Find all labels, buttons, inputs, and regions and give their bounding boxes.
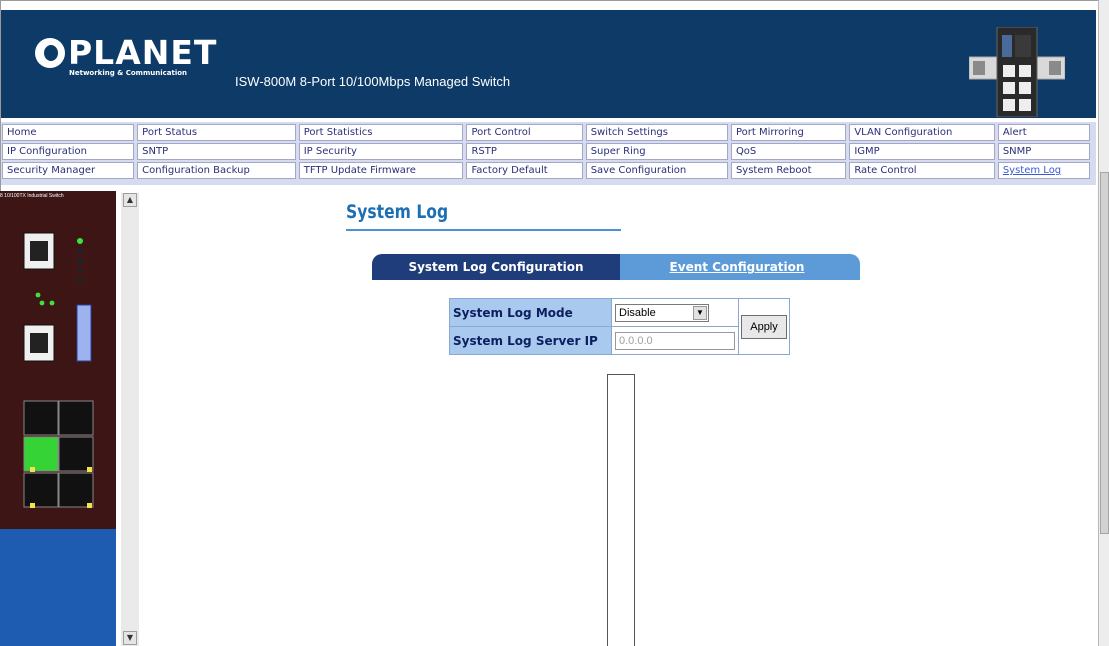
nav-configuration-backup[interactable]: Configuration Backup: [137, 162, 296, 179]
logo-tagline: Networking & Communication: [69, 69, 188, 77]
device-front-panel: 8 10/100TX Industrial Switch: [0, 191, 116, 529]
mode-cell: Disable ▼: [611, 298, 739, 327]
nav-switch-settings[interactable]: Switch Settings: [585, 124, 728, 141]
switch-device-icon: [969, 27, 1065, 117]
apply-cell: Apply: [738, 298, 790, 355]
nav-save-configuration[interactable]: Save Configuration: [585, 162, 728, 179]
nav-label: Super Ring: [590, 146, 646, 157]
nav-rstp[interactable]: RSTP: [466, 143, 583, 160]
apply-button[interactable]: Apply: [741, 314, 787, 339]
tab-system-log-configuration[interactable]: System Log Configuration: [372, 254, 620, 280]
nav-system-reboot[interactable]: System Reboot: [730, 162, 847, 179]
nav-label: VLAN Configuration: [854, 127, 953, 138]
server-ip-cell: 0.0.0.0: [611, 326, 739, 355]
page-scrollbar[interactable]: [1098, 0, 1109, 646]
nav-system-log[interactable]: System Log: [997, 162, 1090, 179]
planet-logo: PLANET Networking & Communication: [35, 34, 216, 94]
scroll-thumb[interactable]: [1100, 172, 1109, 534]
nav-label: SNMP: [1002, 146, 1032, 157]
product-title: ISW-800M 8-Port 10/100Mbps Managed Switc…: [235, 74, 511, 89]
nav-label: Configuration Backup: [142, 165, 250, 176]
nav-alert[interactable]: Alert: [997, 124, 1090, 141]
page-title: System Log: [346, 201, 449, 223]
nav-sntp[interactable]: SNTP: [137, 143, 296, 160]
nav-label: Port Statistics: [303, 127, 373, 138]
nav-label: Port Control: [471, 127, 531, 138]
nav-ip-configuration[interactable]: IP Configuration: [2, 143, 135, 160]
nav-label: Security Manager: [7, 165, 96, 176]
nav-label: QoS: [735, 146, 757, 157]
title-underline: [346, 229, 621, 231]
nav-home[interactable]: Home: [2, 124, 135, 141]
nav-snmp[interactable]: SNMP: [997, 143, 1090, 160]
nav-security-manager[interactable]: Security Manager: [2, 162, 135, 179]
tab-bar: Event Configuration System Log Configura…: [372, 254, 860, 280]
logo-circle-icon: [35, 38, 65, 68]
nav-super-ring[interactable]: Super Ring: [585, 143, 728, 160]
header-banner: PLANET Networking & Communication ISW-80…: [1, 10, 1096, 118]
main-nav: Home Port Status Port Statistics Port Co…: [1, 122, 1096, 185]
nav-port-status[interactable]: Port Status: [137, 124, 296, 141]
nav-factory-default[interactable]: Factory Default: [466, 162, 583, 179]
nav-label: Alert: [1002, 127, 1027, 138]
nav-label: IP Configuration: [7, 146, 87, 157]
device-panel-graphic: [10, 232, 94, 508]
chevron-down-icon[interactable]: ▼: [693, 305, 707, 320]
mode-select[interactable]: Disable ▼: [615, 303, 709, 322]
nav-label: Factory Default: [471, 165, 548, 176]
nav-label: SNTP: [142, 146, 169, 157]
nav-label: Port Mirroring: [735, 127, 804, 138]
nav-qos[interactable]: QoS: [730, 143, 847, 160]
nav-igmp[interactable]: IGMP: [849, 143, 995, 160]
nav-port-control[interactable]: Port Control: [466, 124, 583, 141]
scroll-up-icon[interactable]: ▲: [123, 193, 137, 207]
nav-label: Home: [7, 127, 37, 138]
mode-select-value: Disable: [619, 306, 656, 319]
mode-label: System Log Mode: [449, 298, 612, 327]
nav-tftp-update-firmware[interactable]: TFTP Update Firmware: [298, 162, 464, 179]
logo-brand-text: PLANET: [68, 33, 218, 72]
device-panel-filler: [0, 529, 116, 646]
nav-label: Port Status: [142, 127, 198, 138]
nav-port-mirroring[interactable]: Port Mirroring: [730, 124, 847, 141]
log-textarea[interactable]: [607, 374, 635, 646]
server-ip-input[interactable]: 0.0.0.0: [615, 331, 735, 350]
nav-rate-control[interactable]: Rate Control: [849, 162, 995, 179]
nav-label: IGMP: [854, 146, 880, 157]
system-log-form: System Log Mode Disable ▼ Apply System L…: [449, 298, 790, 355]
nav-label: Save Configuration: [590, 165, 687, 176]
nav-label: RSTP: [471, 146, 497, 157]
nav-label: Switch Settings: [590, 127, 668, 138]
nav-label: TFTP Update Firmware: [303, 165, 416, 176]
server-ip-label: System Log Server IP: [449, 326, 612, 355]
scroll-down-icon[interactable]: ▼: [123, 631, 137, 645]
nav-label: IP Security: [303, 146, 357, 157]
side-panel-scrollbar[interactable]: ▲ ▼: [121, 193, 139, 646]
nav-label: System Reboot: [735, 165, 812, 176]
nav-label: System Log: [1002, 165, 1062, 176]
tab-event-configuration[interactable]: Event Configuration: [614, 254, 860, 280]
nav-ip-security[interactable]: IP Security: [298, 143, 464, 160]
nav-vlan-configuration[interactable]: VLAN Configuration: [849, 124, 995, 141]
nav-label: Rate Control: [854, 165, 917, 176]
nav-port-statistics[interactable]: Port Statistics: [298, 124, 464, 141]
